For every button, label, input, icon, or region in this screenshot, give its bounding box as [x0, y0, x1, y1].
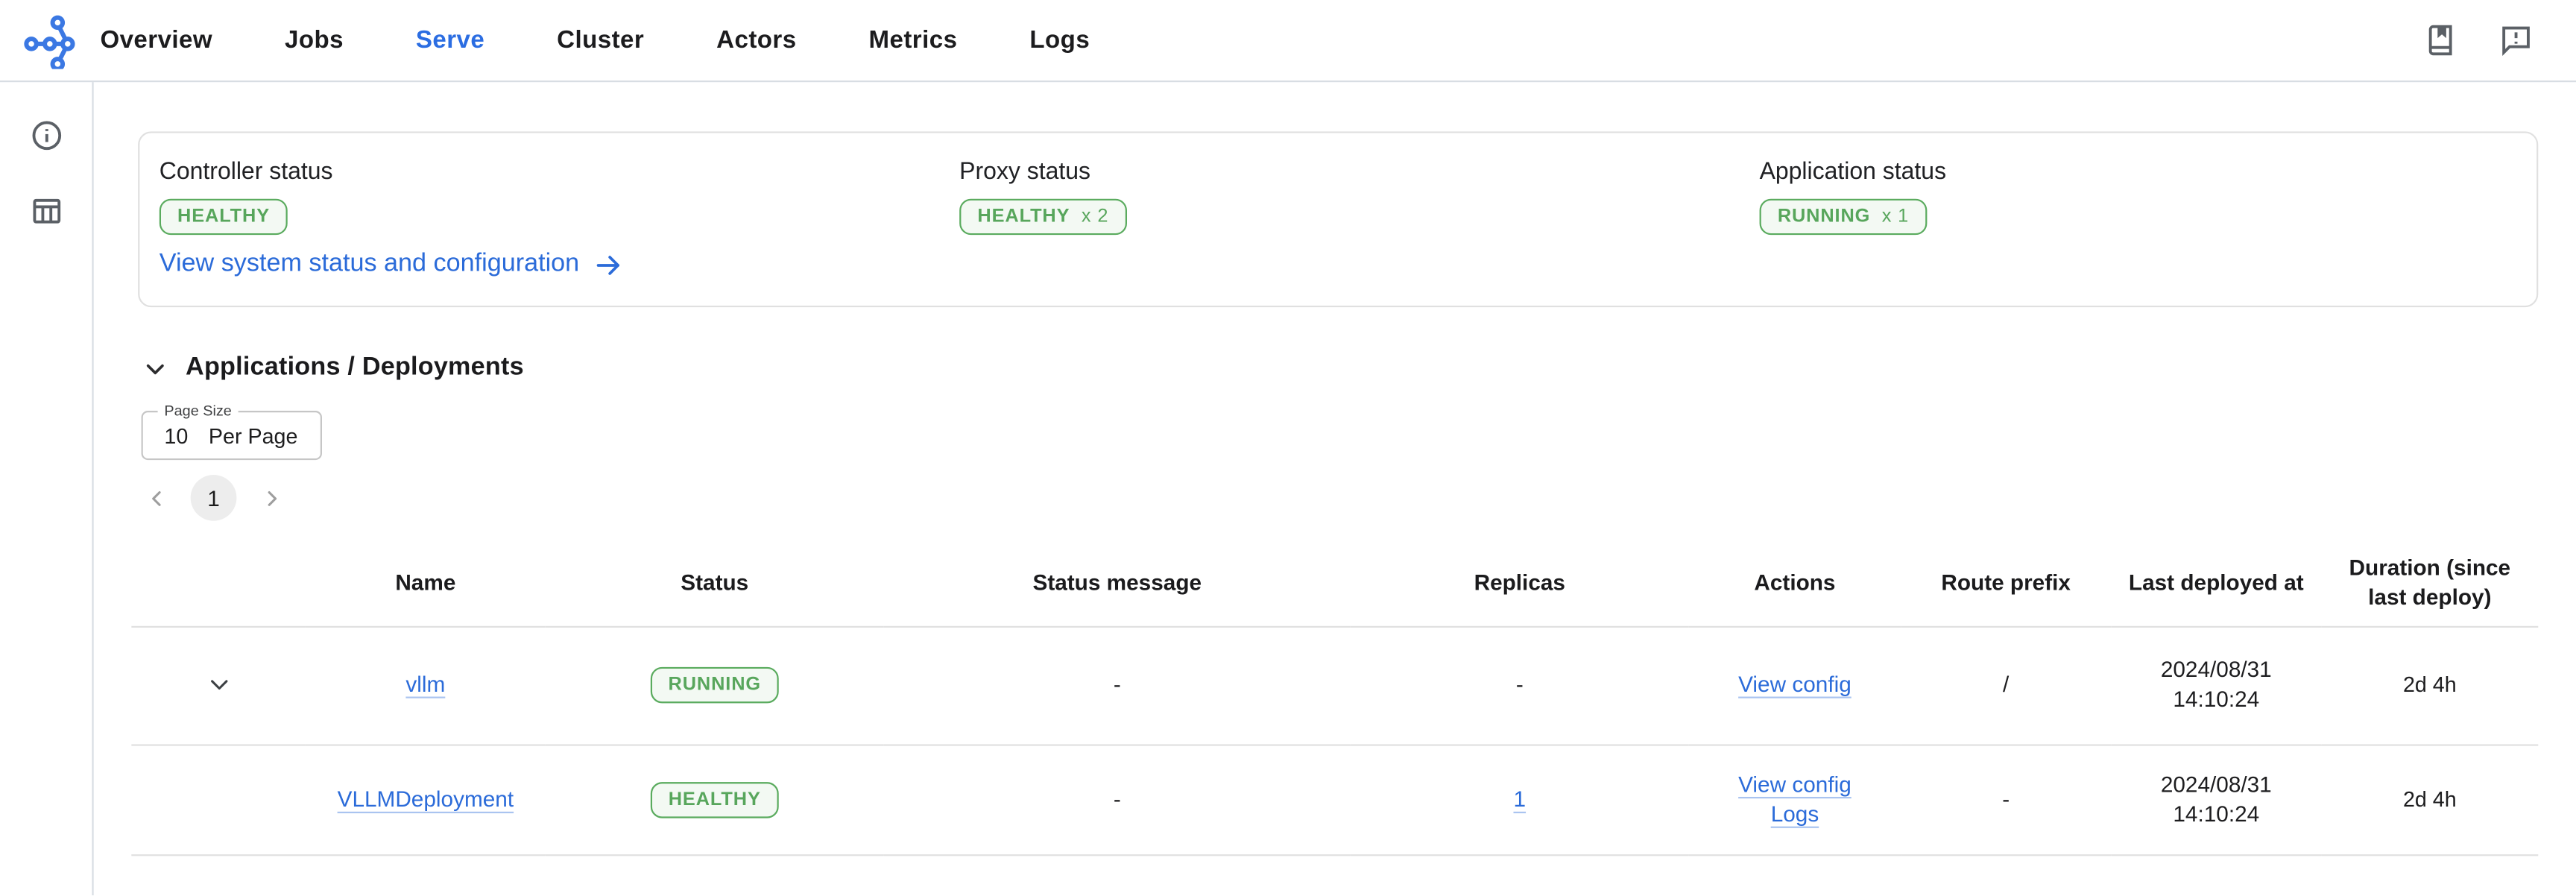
- nav-tab-logs[interactable]: Logs: [1029, 26, 1090, 54]
- route-prefix-cell: /: [1901, 625, 2112, 745]
- pagination: 1: [135, 474, 2576, 521]
- feedback-icon[interactable]: [2497, 22, 2533, 58]
- logs-link[interactable]: Logs: [1771, 801, 1819, 825]
- status-badge: HEALTHY: [650, 781, 780, 818]
- last-deployed-cell: 2024/08/31 14:10:24: [2111, 625, 2322, 745]
- badge-text: HEALTHY: [668, 789, 761, 810]
- col-replicas: Replicas: [1350, 540, 1689, 627]
- page-size-field[interactable]: Page Size Per Page: [141, 400, 322, 461]
- status-message-cell: -: [883, 744, 1351, 856]
- top-nav: Overview Jobs Serve Cluster Actors Metri…: [0, 0, 2576, 83]
- duration-cell: 2d 4h: [2321, 744, 2539, 856]
- main-nav-tabs: Overview Jobs Serve Cluster Actors Metri…: [100, 26, 1162, 54]
- col-route-prefix: Route prefix: [1901, 540, 2112, 627]
- application-status-badge: RUNNING x 1: [1759, 198, 1928, 236]
- page-number-1[interactable]: 1: [190, 474, 237, 521]
- badge-text: HEALTHY: [177, 206, 271, 227]
- badge-text: RUNNING: [1777, 206, 1871, 227]
- application-status-label: Application status: [1759, 159, 1947, 186]
- table-row-application-vllm: vllm RUNNING - - View config / 2024/08/3…: [131, 625, 2539, 745]
- nav-tab-serve[interactable]: Serve: [416, 26, 484, 54]
- nav-tab-metrics[interactable]: Metrics: [869, 26, 958, 54]
- deployed-date: 2024/08/31: [2160, 657, 2272, 682]
- previous-page-chevron-icon[interactable]: [135, 476, 177, 519]
- section-title: Applications / Deployments: [186, 353, 524, 382]
- docs-book-icon[interactable]: [2422, 22, 2457, 58]
- badge-count: x 1: [1881, 206, 1910, 227]
- system-status-card: Controller status HEALTHY Proxy status H…: [138, 131, 2539, 308]
- page-size-label: Page Size: [157, 400, 239, 421]
- col-name: Name: [305, 540, 546, 627]
- nav-tab-jobs[interactable]: Jobs: [285, 26, 344, 54]
- expand-row-chevron-icon[interactable]: [199, 665, 239, 704]
- col-expand: [131, 540, 306, 627]
- controller-status-badge: HEALTHY: [159, 198, 288, 236]
- proxy-status-block: Proxy status HEALTHY x 2: [959, 158, 1759, 236]
- last-deployed-cell: 2024/08/31 14:10:24: [2111, 744, 2322, 856]
- page-size-input[interactable]: [164, 423, 207, 448]
- top-nav-actions: [2422, 22, 2576, 58]
- proxy-status-badge: HEALTHY x 2: [959, 198, 1127, 236]
- view-config-link[interactable]: View config: [1738, 772, 1852, 796]
- status-badge: RUNNING: [650, 666, 780, 704]
- view-config-link[interactable]: View config: [1738, 672, 1852, 696]
- badge-text: RUNNING: [668, 675, 762, 695]
- deployment-name-link[interactable]: VLLMDeployment: [338, 786, 514, 811]
- col-last-deployed-at: Last deployed at: [2111, 540, 2322, 627]
- table-row-deployment-vllmdeployment: VLLMDeployment HEALTHY - 1 View config L…: [131, 744, 2539, 856]
- view-system-status-link[interactable]: View system status and configuration: [160, 250, 622, 280]
- badge-count: x 2: [1081, 206, 1109, 227]
- collapse-section-chevron-icon[interactable]: [138, 352, 171, 385]
- col-actions: Actions: [1688, 540, 1901, 627]
- next-page-chevron-icon[interactable]: [250, 476, 292, 519]
- view-system-status-link-label: View system status and configuration: [159, 250, 580, 278]
- application-status-block: Application status RUNNING x 1: [1759, 158, 2560, 236]
- arrow-right-icon: [596, 255, 619, 274]
- col-status-message: Status message: [883, 540, 1351, 627]
- page-size-suffix: Per Page: [208, 423, 298, 448]
- duration-cell: 2d 4h: [2321, 625, 2539, 745]
- table-header-row: Name Status Status message Replicas Acti…: [131, 540, 2539, 627]
- deployed-date: 2024/08/31: [2160, 771, 2272, 796]
- applications-section-header: Applications / Deployments: [138, 352, 2576, 385]
- deployed-time: 14:10:24: [2173, 801, 2260, 826]
- route-prefix-cell: -: [1901, 744, 2112, 856]
- ray-dashboard-serve-page: Overview Jobs Serve Cluster Actors Metri…: [0, 0, 2576, 896]
- col-duration: Duration (since last deploy): [2321, 540, 2539, 627]
- replicas-cell: -: [1350, 625, 1689, 745]
- info-icon[interactable]: [28, 116, 63, 152]
- deployed-time: 14:10:24: [2173, 687, 2260, 712]
- nav-tab-cluster[interactable]: Cluster: [557, 26, 644, 54]
- nav-tab-overview[interactable]: Overview: [100, 26, 212, 54]
- proxy-status-label: Proxy status: [959, 159, 1091, 186]
- controller-status-block: Controller status HEALTHY: [159, 158, 959, 236]
- ray-logo-icon: [24, 14, 75, 69]
- left-sidebar: [0, 82, 94, 896]
- nav-tab-actors[interactable]: Actors: [716, 26, 796, 54]
- table-view-icon[interactable]: [28, 192, 63, 228]
- controller-status-label: Controller status: [159, 159, 333, 186]
- replicas-count-link[interactable]: 1: [1513, 786, 1526, 811]
- status-message-cell: -: [883, 625, 1351, 745]
- badge-text: HEALTHY: [977, 206, 1070, 227]
- application-name-link[interactable]: vllm: [405, 672, 445, 696]
- applications-deployments-table: Name Status Status message Replicas Acti…: [131, 540, 2539, 856]
- col-status: Status: [545, 540, 884, 627]
- serve-page-content: Controller status HEALTHY Proxy status H…: [94, 82, 2576, 896]
